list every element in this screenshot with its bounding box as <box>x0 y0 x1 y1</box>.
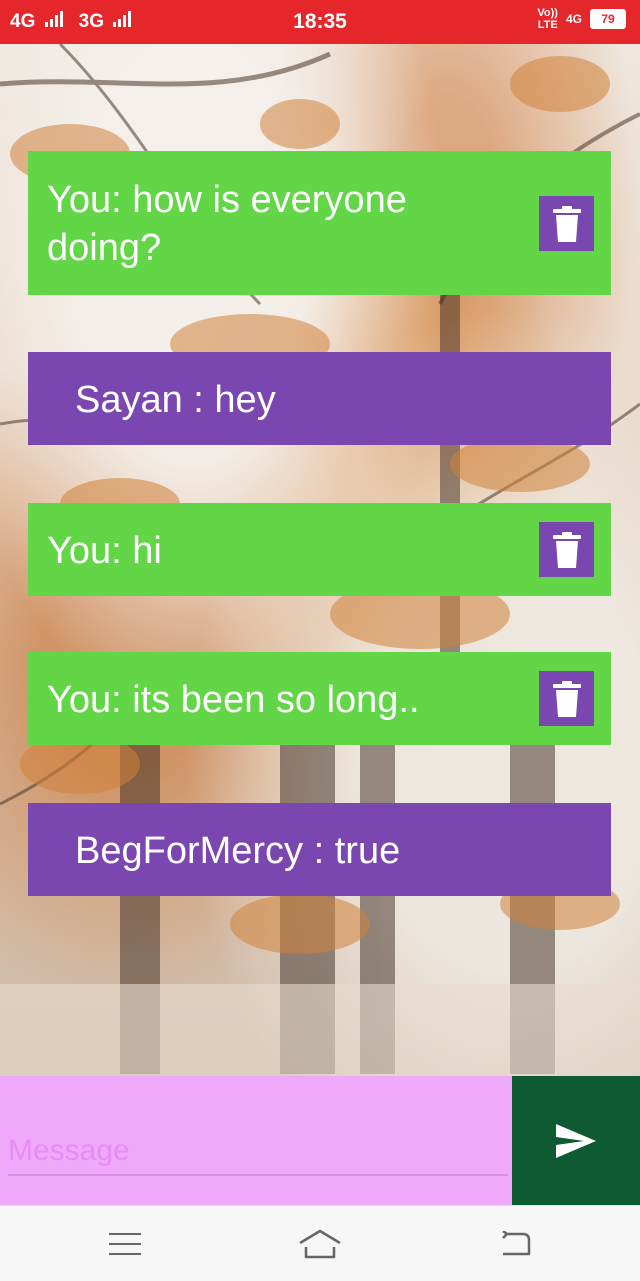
message-bubble-self: You: its been so long.. <box>28 652 611 745</box>
delete-message-button[interactable] <box>539 522 594 577</box>
message-bubble-self: You: how is everyone doing? <box>28 151 611 295</box>
net-small: 4G <box>565 12 582 26</box>
status-bar: 4G 3G 18:35 Vo)) LTE 4G 79 <box>0 0 640 44</box>
volte-bottom: LTE <box>537 19 558 31</box>
system-nav-bar <box>0 1205 640 1281</box>
nav-back-button[interactable] <box>485 1224 545 1264</box>
volte-top: Vo)) <box>537 7 558 19</box>
trash-icon <box>552 205 581 242</box>
trash-icon <box>552 680 581 717</box>
nav-home-button[interactable] <box>290 1224 350 1264</box>
trash-icon <box>552 531 581 568</box>
delete-message-button[interactable] <box>539 196 594 251</box>
message-text: You: how is everyone doing? <box>47 176 407 272</box>
message-bubble-other: BegForMercy : true <box>28 803 611 896</box>
message-text: BegForMercy : true <box>75 830 401 872</box>
delete-message-button[interactable] <box>539 671 594 726</box>
back-icon <box>502 1231 531 1256</box>
send-icon <box>556 1123 596 1158</box>
message-input[interactable] <box>8 1128 508 1176</box>
volte-indicator: Vo)) LTE <box>537 7 558 31</box>
message-text: You: hi <box>47 530 162 572</box>
menu-icon <box>109 1233 141 1255</box>
message-text-line-2: doing? <box>47 227 162 269</box>
message-bubble-self: You: hi <box>28 503 611 596</box>
message-text-line-1: You: how is everyone <box>47 179 407 221</box>
home-icon <box>299 1229 341 1259</box>
message-text: Sayan : hey <box>75 379 276 421</box>
message-bubble-other: Sayan : hey <box>28 352 611 445</box>
message-text: You: its been so long.. <box>47 679 420 721</box>
nav-menu-button[interactable] <box>95 1224 155 1264</box>
battery-icon: 79 <box>590 9 626 29</box>
send-button[interactable] <box>512 1076 640 1205</box>
